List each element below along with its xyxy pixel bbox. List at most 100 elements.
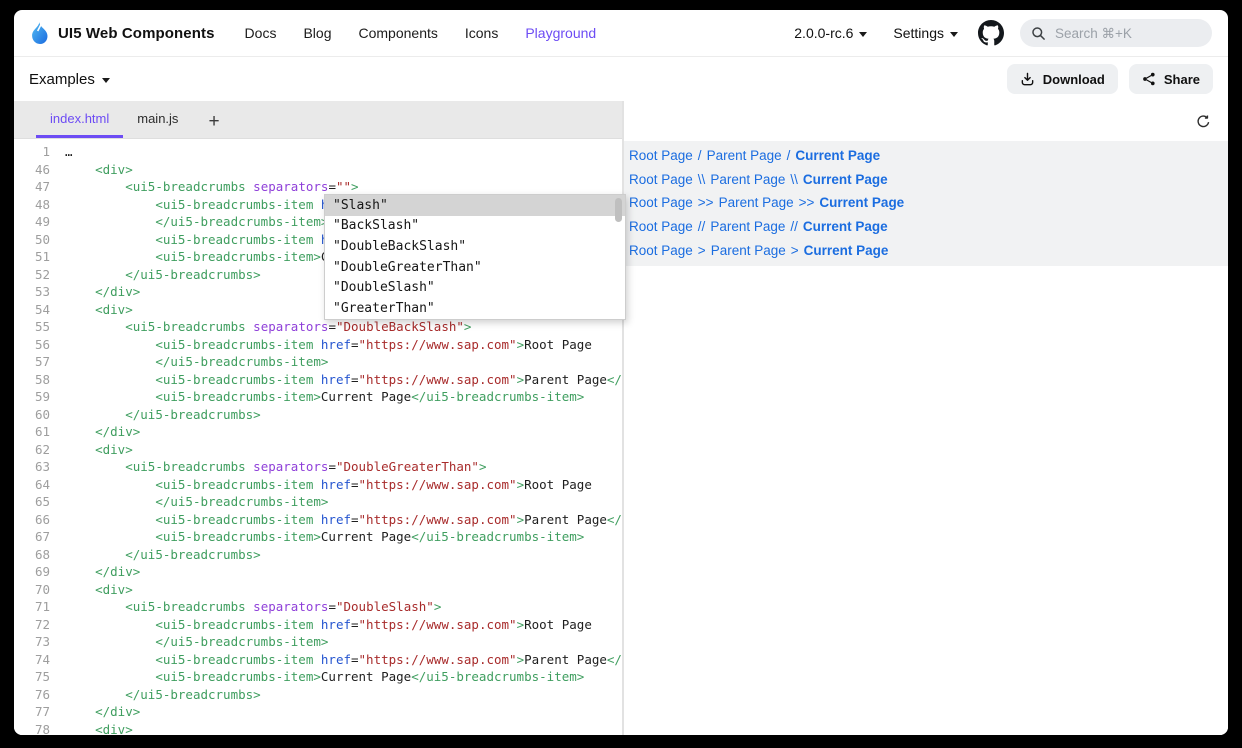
code-line-text: <ui5-breadcrumbs-item>Current Page</ui5-… xyxy=(65,528,584,546)
code-line-text: <div> xyxy=(65,581,133,599)
code-line[interactable]: 56 <ui5-breadcrumbs-item href="https://w… xyxy=(14,336,622,354)
code-line[interactable]: 74 <ui5-breadcrumbs-item href="https://w… xyxy=(14,651,622,669)
autocomplete-option[interactable]: "DoubleSlash" xyxy=(325,277,625,298)
breadcrumb-link[interactable]: Root Page xyxy=(629,219,693,234)
nav-link-icons[interactable]: Icons xyxy=(465,25,498,41)
autocomplete-dropdown: "Slash""BackSlash""DoubleBackSlash""Doub… xyxy=(324,194,626,320)
code-line-text: </ui5-breadcrumbs-item> xyxy=(65,633,328,651)
breadcrumb-link[interactable]: Parent Page xyxy=(710,172,785,187)
search-box[interactable] xyxy=(1020,19,1212,47)
code-line-text: <ui5-breadcrumbs-item>Current Page</ui5-… xyxy=(65,668,584,686)
settings-menu[interactable]: Settings xyxy=(893,25,958,41)
code-line[interactable]: 70 <div> xyxy=(14,581,622,599)
code-line[interactable]: 55 <ui5-breadcrumbs separators="DoubleBa… xyxy=(14,318,622,336)
nav-link-blog[interactable]: Blog xyxy=(303,25,331,41)
code-line[interactable]: 63 <ui5-breadcrumbs separators="DoubleGr… xyxy=(14,458,622,476)
code-line-text: <ui5-breadcrumbs-item href="https://www.… xyxy=(65,511,622,529)
tab-main.js[interactable]: main.js xyxy=(123,101,192,138)
code-line[interactable]: 72 <ui5-breadcrumbs-item href="https://w… xyxy=(14,616,622,634)
code-line[interactable]: 75 <ui5-breadcrumbs-item>Current Page</u… xyxy=(14,668,622,686)
code-line-text: <ui5-breadcrumbs-item href="https://www.… xyxy=(65,616,592,634)
autocomplete-option[interactable]: "BackSlash" xyxy=(325,216,625,237)
search-input[interactable] xyxy=(1053,25,1177,42)
editor-tabbar: index.htmlmain.js + xyxy=(14,101,622,139)
code-line[interactable]: 65 </ui5-breadcrumbs-item> xyxy=(14,493,622,511)
breadcrumb: Root Page>>Parent Page>>Current Page xyxy=(629,191,1228,215)
code-line[interactable]: 59 <ui5-breadcrumbs-item>Current Page</u… xyxy=(14,388,622,406)
code-line-text: <ui5-breadcrumbs separators="DoubleSlash… xyxy=(65,598,441,616)
code-line[interactable]: 62 <div> xyxy=(14,441,622,459)
share-icon xyxy=(1142,72,1156,86)
breadcrumb-link[interactable]: Root Page xyxy=(629,148,693,163)
code-line[interactable]: 64 <ui5-breadcrumbs-item href="https://w… xyxy=(14,476,622,494)
add-tab-button[interactable]: + xyxy=(192,101,233,138)
tab-index.html[interactable]: index.html xyxy=(36,101,123,138)
line-number: 73 xyxy=(14,633,65,651)
examples-menu[interactable]: Examples xyxy=(29,71,110,88)
code-line-text: </ui5-breadcrumbs-item> xyxy=(65,493,328,511)
breadcrumb-link[interactable]: Parent Page xyxy=(719,195,794,210)
line-number: 49 xyxy=(14,213,65,231)
line-number: 55 xyxy=(14,318,65,336)
code-line[interactable]: 1… xyxy=(14,143,622,161)
line-number: 46 xyxy=(14,161,65,179)
code-line[interactable]: 73 </ui5-breadcrumbs-item> xyxy=(14,633,622,651)
line-number: 77 xyxy=(14,703,65,721)
github-link[interactable] xyxy=(978,20,1004,46)
code-line[interactable]: 61 </div> xyxy=(14,423,622,441)
examples-label: Examples xyxy=(29,71,95,88)
brand-link[interactable]: UI5 Web Components xyxy=(30,22,215,45)
code-line-text: </div> xyxy=(65,423,140,441)
code-line[interactable]: 46 <div> xyxy=(14,161,622,179)
code-line[interactable]: 69 </div> xyxy=(14,563,622,581)
dropdown-scrollbar-thumb[interactable] xyxy=(615,198,622,222)
code-line[interactable]: 77 </div> xyxy=(14,703,622,721)
breadcrumb-link[interactable]: Root Page xyxy=(629,195,693,210)
breadcrumb-link[interactable]: Parent Page xyxy=(710,219,785,234)
breadcrumb-separator: // xyxy=(698,219,706,234)
code-line[interactable]: 58 <ui5-breadcrumbs-item href="https://w… xyxy=(14,371,622,389)
code-line[interactable]: 68 </ui5-breadcrumbs> xyxy=(14,546,622,564)
nav-link-components[interactable]: Components xyxy=(358,25,437,41)
breadcrumb-link[interactable]: Parent Page xyxy=(711,243,786,258)
refresh-button[interactable] xyxy=(1194,112,1213,131)
refresh-icon xyxy=(1196,114,1211,129)
code-line-text: … xyxy=(65,143,73,161)
breadcrumb-link[interactable]: Root Page xyxy=(629,172,693,187)
line-number: 57 xyxy=(14,353,65,371)
code-line[interactable]: 67 <ui5-breadcrumbs-item>Current Page</u… xyxy=(14,528,622,546)
line-number: 56 xyxy=(14,336,65,354)
code-line-text: </div> xyxy=(65,563,140,581)
nav-link-docs[interactable]: Docs xyxy=(245,25,277,41)
preview-pane: Root Page/Parent Page/Current PageRoot P… xyxy=(624,101,1228,735)
breadcrumb-separator: >> xyxy=(698,195,714,210)
breadcrumb-current: Current Page xyxy=(795,148,880,163)
share-button[interactable]: Share xyxy=(1129,64,1213,94)
code-line[interactable]: 71 <ui5-breadcrumbs separators="DoubleSl… xyxy=(14,598,622,616)
autocomplete-option[interactable]: "DoubleGreaterThan" xyxy=(325,257,625,278)
code-line[interactable]: 78 <div> xyxy=(14,721,622,736)
code-line[interactable]: 60 </ui5-breadcrumbs> xyxy=(14,406,622,424)
code-line[interactable]: 47 <ui5-breadcrumbs separators=""> xyxy=(14,178,622,196)
code-line[interactable]: 57 </ui5-breadcrumbs-item> xyxy=(14,353,622,371)
breadcrumb: Root Page//Parent Page//Current Page xyxy=(629,215,1228,239)
code-line[interactable]: 66 <ui5-breadcrumbs-item href="https://w… xyxy=(14,511,622,529)
breadcrumb-link[interactable]: Root Page xyxy=(629,243,693,258)
code-line-text: <ui5-breadcrumbs separators="DoubleBackS… xyxy=(65,318,471,336)
line-number: 52 xyxy=(14,266,65,284)
breadcrumb-link[interactable]: Parent Page xyxy=(707,148,782,163)
code-line-text: <ui5-breadcrumbs-item href="https://www.… xyxy=(65,651,622,669)
nav-link-playground[interactable]: Playground xyxy=(525,25,596,41)
brand-title: UI5 Web Components xyxy=(58,25,215,42)
line-number: 54 xyxy=(14,301,65,319)
autocomplete-option[interactable]: "DoubleBackSlash" xyxy=(325,236,625,257)
code-line[interactable]: 76 </ui5-breadcrumbs> xyxy=(14,686,622,704)
download-button[interactable]: Download xyxy=(1007,64,1118,94)
line-number: 74 xyxy=(14,651,65,669)
ui5-logo-icon xyxy=(30,22,49,45)
autocomplete-option[interactable]: "Slash" xyxy=(325,195,625,216)
version-menu[interactable]: 2.0.0-rc.6 xyxy=(794,25,867,41)
autocomplete-option[interactable]: "GreaterThan" xyxy=(325,298,625,319)
code-line-text: </ui5-breadcrumbs-item> xyxy=(65,213,328,231)
breadcrumb-current: Current Page xyxy=(804,243,889,258)
